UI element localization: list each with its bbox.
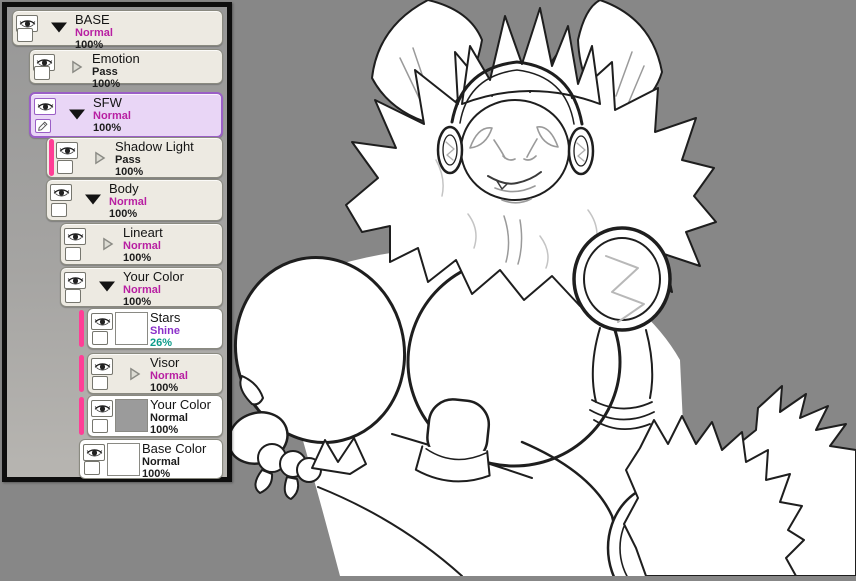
clip-group-indicator xyxy=(79,310,84,347)
layer-opacity: 26% xyxy=(150,337,173,349)
expand-arrow-open-icon[interactable] xyxy=(51,22,67,33)
eye-icon xyxy=(37,102,53,110)
visibility-toggle[interactable] xyxy=(64,272,86,289)
layer-name: SFW xyxy=(93,95,122,110)
layer-checkbox[interactable] xyxy=(51,203,67,217)
layer-opacity: 100% xyxy=(123,296,152,308)
layer-opacity: 100% xyxy=(150,424,179,436)
eye-icon xyxy=(94,317,110,325)
layer-name: Lineart xyxy=(123,225,163,240)
layer-checkbox[interactable] xyxy=(34,66,50,80)
visibility-toggle[interactable] xyxy=(91,358,113,375)
layer-mode: Normal xyxy=(142,456,180,468)
layer-name: Shadow Light xyxy=(115,139,194,154)
eye-icon xyxy=(67,232,83,240)
clip-group-indicator xyxy=(79,397,84,435)
layer-mode: Normal xyxy=(109,196,147,208)
layer-name: Stars xyxy=(150,310,181,325)
visibility-toggle[interactable] xyxy=(56,142,78,159)
layer-checkbox[interactable] xyxy=(92,331,108,345)
layer-name: Body xyxy=(109,181,139,196)
layer-name: Your Color xyxy=(123,269,184,284)
visibility-toggle[interactable] xyxy=(34,98,56,115)
layer-opacity: 100% xyxy=(92,78,121,90)
layer-name: Emotion xyxy=(92,51,140,66)
layer-name: Visor xyxy=(150,355,180,370)
layer-name: Your Color xyxy=(150,397,211,412)
expand-arrow-open-icon[interactable] xyxy=(69,109,85,120)
layer-mode: Normal xyxy=(150,370,188,382)
eye-icon xyxy=(94,404,110,412)
expand-arrow-collapsed-icon[interactable] xyxy=(94,150,106,165)
visibility-toggle[interactable] xyxy=(50,184,72,201)
layer-checkbox[interactable] xyxy=(57,160,73,174)
layer-opacity: 100% xyxy=(142,468,171,480)
visibility-toggle[interactable] xyxy=(64,228,86,245)
layer-thumbnail[interactable] xyxy=(115,399,148,432)
layer-checkbox[interactable] xyxy=(65,247,81,261)
layer-checkbox[interactable] xyxy=(92,376,108,390)
layer-checkbox[interactable] xyxy=(17,28,33,42)
layer-opacity: 100% xyxy=(93,122,122,134)
layer-mode: Normal xyxy=(123,240,161,252)
layer-mode: Normal xyxy=(93,110,131,122)
layer-row-body[interactable]: Body Normal 100% xyxy=(46,179,223,221)
layer-mode: Pass xyxy=(115,154,141,166)
eye-icon xyxy=(67,276,83,284)
expand-arrow-collapsed-icon[interactable] xyxy=(102,237,114,251)
layer-mode: Normal xyxy=(123,284,161,296)
layer-row-stars[interactable]: Stars Shine 26% xyxy=(79,308,223,349)
eye-icon xyxy=(94,362,110,370)
layer-mode: Normal xyxy=(150,412,188,424)
visibility-toggle[interactable] xyxy=(83,444,105,461)
pencil-icon xyxy=(38,121,48,131)
layer-thumbnail[interactable] xyxy=(107,443,140,476)
expand-arrow-open-icon[interactable] xyxy=(99,281,115,292)
expand-arrow-open-icon[interactable] xyxy=(85,194,101,205)
expand-arrow-collapsed-icon[interactable] xyxy=(71,59,83,74)
layer-opacity: 100% xyxy=(150,382,179,394)
expand-arrow-collapsed-icon[interactable] xyxy=(129,366,141,381)
layer-row-base-color[interactable]: Base Color Normal 100% xyxy=(79,439,223,480)
layer-mode: Shine xyxy=(150,325,180,337)
layer-row-visor[interactable]: Visor Normal 100% xyxy=(79,353,223,394)
layer-row-base[interactable]: BASE Normal 100% xyxy=(12,10,223,51)
layer-row-shadow-light[interactable]: Shadow Light Pass 100% xyxy=(46,137,223,178)
layer-checkbox[interactable] xyxy=(92,419,108,433)
eye-icon xyxy=(59,146,75,154)
visibility-toggle[interactable] xyxy=(91,313,113,330)
layer-panel: BASE Normal 100% Emotion Pass 100% SFW Normal 10… xyxy=(2,2,232,482)
layer-opacity: 100% xyxy=(109,208,138,220)
layer-opacity: 100% xyxy=(115,166,144,178)
layer-row-your-color[interactable]: Your Color Normal 100% xyxy=(79,395,223,437)
eye-icon xyxy=(53,188,69,196)
eye-icon xyxy=(86,448,102,456)
layer-row-your-color[interactable]: Your Color Normal 100% xyxy=(60,267,223,308)
layer-mode: Pass xyxy=(92,66,118,78)
layer-checkbox[interactable] xyxy=(84,461,100,475)
layer-opacity: 100% xyxy=(123,252,152,264)
layer-checkbox[interactable] xyxy=(35,119,51,133)
visibility-toggle[interactable] xyxy=(91,400,113,417)
layer-thumbnail[interactable] xyxy=(115,312,148,345)
layer-row-emotion[interactable]: Emotion Pass 100% xyxy=(29,49,223,90)
layer-row-sfw[interactable]: SFW Normal 100% xyxy=(29,92,223,138)
layer-name: Base Color xyxy=(142,441,207,456)
layer-mode: Normal xyxy=(75,27,113,39)
layer-name: BASE xyxy=(75,12,110,27)
layer-row-lineart[interactable]: Lineart Normal 100% xyxy=(60,223,223,265)
clip-group-indicator xyxy=(79,355,84,392)
layer-checkbox[interactable] xyxy=(65,289,81,303)
